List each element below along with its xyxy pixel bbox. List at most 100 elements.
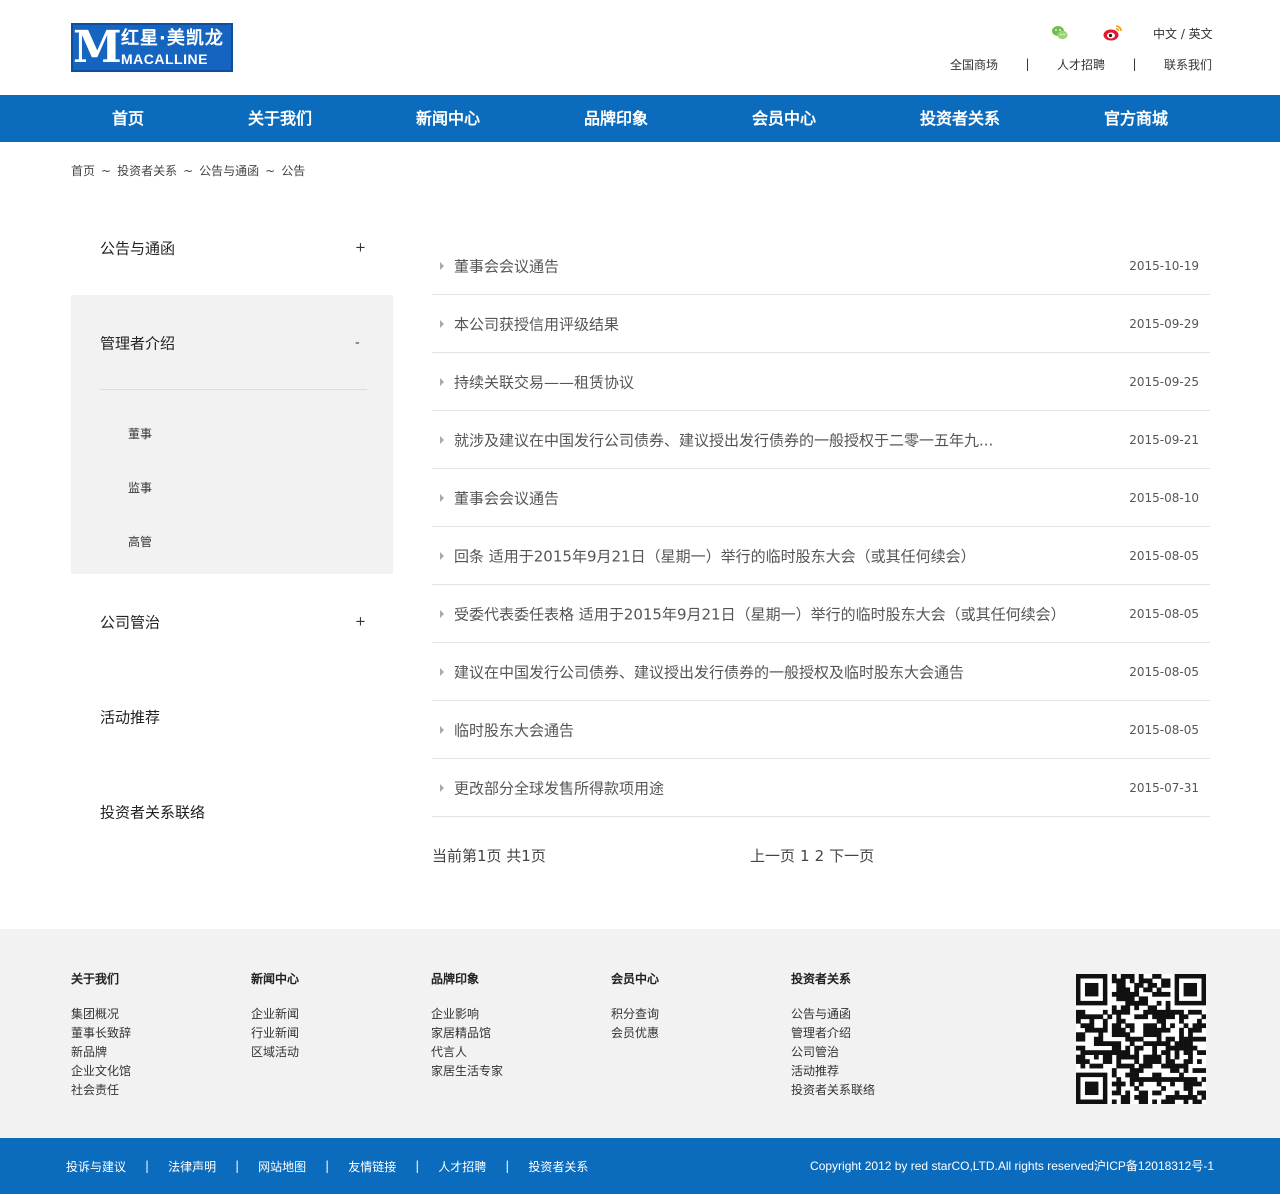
nav-item-shop[interactable]: 官方商城 <box>1104 95 1168 142</box>
footer-link[interactable]: 活动推荐 <box>791 1062 875 1081</box>
bottom-link-sitemap[interactable]: 网站地图 <box>258 1158 306 1175</box>
breadcrumb-separator: ~ <box>101 164 112 178</box>
footer-link[interactable]: 公司管治 <box>791 1043 875 1062</box>
footer-column-brand: 品牌印象 企业影响 家居精品馆 代言人 家居生活专家 <box>431 970 503 1081</box>
sidebar-item-management-header[interactable]: 管理者介绍 - <box>71 295 393 390</box>
footer-link[interactable]: 管理者介绍 <box>791 1024 875 1043</box>
nav-item-investor[interactable]: 投资者关系 <box>920 95 1000 142</box>
list-item-title[interactable]: 受委代表委任表格 适用于2015年9月21日（星期一）举行的临时股东大会（或其任… <box>454 603 1066 624</box>
nav-item-home[interactable]: 首页 <box>112 95 144 142</box>
list-item-title[interactable]: 就涉及建议在中国发行公司债券、建议授出发行债券的一般授权于二零一五年九... <box>454 429 993 450</box>
sidebar-item-announcements[interactable]: 公告与通函 + <box>71 200 393 295</box>
breadcrumb-announcements[interactable]: 公告与通函 <box>199 164 259 178</box>
list-item-date: 2015-07-31 <box>1129 780 1199 795</box>
list-item-title[interactable]: 建议在中国发行公司债券、建议授出发行债券的一般授权及临时股东大会通告 <box>454 661 964 682</box>
list-item[interactable]: 董事会会议通告 2015-10-19 <box>432 237 1210 295</box>
footer-link[interactable]: 会员优惠 <box>611 1024 659 1043</box>
top-link-contact[interactable]: 联系我们 <box>1164 56 1212 73</box>
sidebar-item-events[interactable]: 活动推荐 <box>71 669 393 764</box>
footer-link[interactable]: 行业新闻 <box>251 1024 299 1043</box>
footer-link[interactable]: 投资者关系联络 <box>791 1081 875 1100</box>
footer-heading: 关于我们 <box>71 972 120 986</box>
list-item-title[interactable]: 董事会会议通告 <box>454 255 559 276</box>
breadcrumb-investor[interactable]: 投资者关系 <box>117 164 177 178</box>
expand-icon[interactable]: + <box>355 614 366 629</box>
pagination: 上一页 1 2 下一页 <box>750 845 879 866</box>
list-item-title[interactable]: 更改部分全球发售所得款项用途 <box>454 777 664 798</box>
prev-page-link[interactable]: 上一页 <box>750 847 795 865</box>
arrow-right-icon <box>440 609 444 618</box>
footer-link[interactable]: 董事长致辞 <box>71 1024 131 1043</box>
page-info: 当前第1页 共1页 <box>432 847 546 865</box>
expand-icon[interactable]: + <box>355 240 366 255</box>
weibo-icon[interactable] <box>1103 24 1122 42</box>
list-item[interactable]: 持续关联交易——租赁协议 2015-09-25 <box>432 353 1210 411</box>
list-item-title[interactable]: 持续关联交易——租赁协议 <box>454 371 634 392</box>
footer-link[interactable]: 集团概况 <box>71 1005 131 1024</box>
list-item-date: 2015-08-05 <box>1129 548 1199 563</box>
nav-item-brand[interactable]: 品牌印象 <box>584 95 648 142</box>
list-item[interactable]: 就涉及建议在中国发行公司债券、建议授出发行债券的一般授权于二零一五年九... 20… <box>432 411 1210 469</box>
list-item-title[interactable]: 回条 适用于2015年9月21日（星期一）举行的临时股东大会（或其任何续会） <box>454 545 976 566</box>
footer-link[interactable]: 社会责任 <box>71 1081 131 1100</box>
list-item[interactable]: 董事会会议通告 2015-08-10 <box>432 469 1210 527</box>
sidebar-item-label: 管理者介绍 <box>100 334 176 352</box>
breadcrumb: 首页 ~ 投资者关系 ~ 公告与通函 ~ 公告 <box>71 162 311 179</box>
nav-item-about[interactable]: 关于我们 <box>248 95 312 142</box>
footer-link[interactable]: 企业新闻 <box>251 1005 299 1024</box>
footer-link[interactable]: 企业文化馆 <box>71 1062 131 1081</box>
announcement-list: 董事会会议通告 2015-10-19 本公司获授信用评级结果 2015-09-29 … <box>432 237 1210 817</box>
sidebar-item-ir-contact[interactable]: 投资者关系联络 <box>71 764 393 859</box>
page-link-2[interactable]: 2 <box>815 847 825 865</box>
bottom-link-feedback[interactable]: 投诉与建议 <box>66 1158 126 1175</box>
top-links: 全国商场 | 人才招聘 | 联系我们 <box>950 56 1212 72</box>
sidebar-subitem-supervisors[interactable]: 监事 <box>128 479 152 496</box>
separator: | <box>145 1159 150 1173</box>
list-item-title[interactable]: 本公司获授信用评级结果 <box>454 313 619 334</box>
arrow-right-icon <box>440 667 444 676</box>
bottom-link-friends[interactable]: 友情链接 <box>348 1158 396 1175</box>
breadcrumb-current: 公告 <box>281 164 306 178</box>
list-item[interactable]: 受委代表委任表格 适用于2015年9月21日（星期一）举行的临时股东大会（或其任… <box>432 585 1210 643</box>
language-switch[interactable]: 中文 / 英文 <box>1153 25 1213 42</box>
list-item[interactable]: 回条 适用于2015年9月21日（星期一）举行的临时股东大会（或其任何续会） 20… <box>432 527 1210 585</box>
wechat-icon[interactable] <box>1051 24 1069 42</box>
logo-cn-text: 红星·美凯龙 <box>121 27 224 49</box>
list-item-title[interactable]: 董事会会议通告 <box>454 487 559 508</box>
list-item[interactable]: 临时股东大会通告 2015-08-05 <box>432 701 1210 759</box>
footer-link[interactable]: 家居生活专家 <box>431 1062 503 1081</box>
list-item-title[interactable]: 临时股东大会通告 <box>454 719 574 740</box>
top-link-careers[interactable]: 人才招聘 <box>1057 56 1105 73</box>
footer-link[interactable]: 区域活动 <box>251 1043 299 1062</box>
list-item[interactable]: 建议在中国发行公司债券、建议授出发行债券的一般授权及临时股东大会通告 2015-0… <box>432 643 1210 701</box>
footer-link[interactable]: 积分查询 <box>611 1005 659 1024</box>
list-item-date: 2015-08-10 <box>1129 490 1199 505</box>
bottom-link-investor[interactable]: 投资者关系 <box>528 1158 588 1175</box>
breadcrumb-home[interactable]: 首页 <box>71 164 95 178</box>
next-page-link[interactable]: 下一页 <box>829 847 874 865</box>
collapse-icon[interactable]: - <box>355 335 360 350</box>
top-link-malls[interactable]: 全国商场 <box>950 56 998 73</box>
separator: | <box>415 1159 420 1173</box>
page-link-1[interactable]: 1 <box>800 847 810 865</box>
logo[interactable]: M 红星·美凯龙 MACALLINE <box>71 23 233 72</box>
footer-link[interactable]: 新品牌 <box>71 1043 131 1062</box>
separator: | <box>505 1159 510 1173</box>
nav-item-member[interactable]: 会员中心 <box>752 95 816 142</box>
sidebar-subitem-directors[interactable]: 董事 <box>128 425 152 442</box>
sidebar-item-governance[interactable]: 公司管治 + <box>71 574 393 669</box>
sidebar-subitem-executives[interactable]: 高管 <box>128 533 152 550</box>
footer-link[interactable]: 代言人 <box>431 1043 503 1062</box>
list-item-date: 2015-08-05 <box>1129 664 1199 679</box>
footer-link[interactable]: 公告与通函 <box>791 1005 875 1024</box>
bottom-link-careers[interactable]: 人才招聘 <box>438 1158 486 1175</box>
footer-link[interactable]: 家居精品馆 <box>431 1024 503 1043</box>
separator: | <box>1025 57 1030 71</box>
bottom-link-legal[interactable]: 法律声明 <box>168 1158 216 1175</box>
main-nav: 首页 关于我们 新闻中心 品牌印象 会员中心 投资者关系 官方商城 <box>0 95 1280 142</box>
list-item[interactable]: 本公司获授信用评级结果 2015-09-29 <box>432 295 1210 353</box>
list-item[interactable]: 更改部分全球发售所得款项用途 2015-07-31 <box>432 759 1210 817</box>
footer-link[interactable]: 企业影响 <box>431 1005 503 1024</box>
qr-code <box>1076 974 1207 1105</box>
nav-item-news[interactable]: 新闻中心 <box>416 95 480 142</box>
